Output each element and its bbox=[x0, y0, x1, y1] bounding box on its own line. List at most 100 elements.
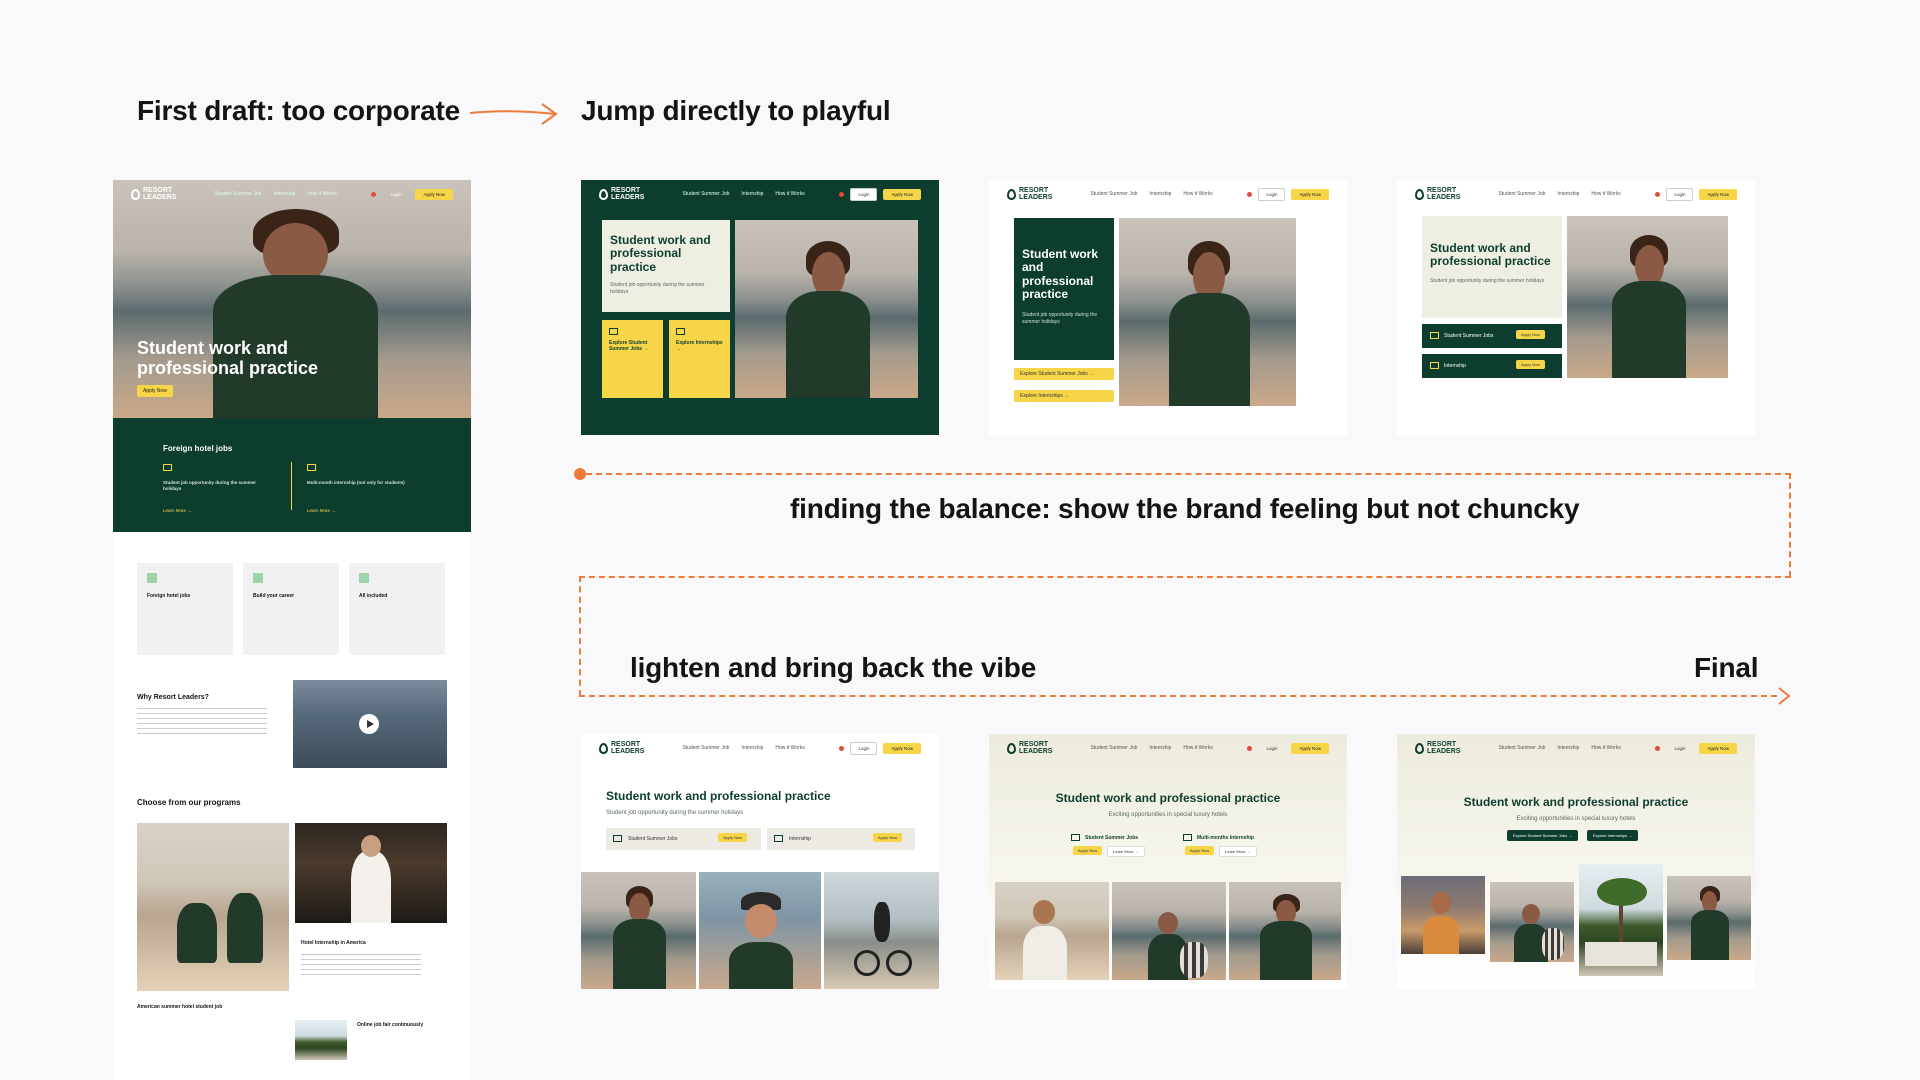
summer-jobs-card[interactable]: Explore Student Summer Jobs → bbox=[602, 320, 663, 398]
option-apply-button[interactable]: Apply Now bbox=[1073, 846, 1103, 855]
explore-intern-button[interactable]: Explore Internships → bbox=[1587, 830, 1639, 841]
language-flag-icon[interactable] bbox=[1655, 191, 1661, 197]
heading-first-draft: First draft: too corporate bbox=[137, 95, 461, 126]
login-button[interactable]: Login bbox=[1666, 742, 1693, 755]
login-button[interactable]: Login bbox=[850, 741, 878, 755]
nav-how-it-works[interactable]: How it Works bbox=[1183, 745, 1212, 751]
nav-internship[interactable]: Internship bbox=[1557, 191, 1579, 197]
language-flag-icon[interactable] bbox=[839, 745, 845, 751]
graduation-cap-icon bbox=[609, 328, 618, 335]
nav-summer-job[interactable]: Student Summer Job bbox=[1090, 191, 1137, 197]
nav-how-it-works[interactable]: How it Works bbox=[1183, 191, 1212, 197]
graduation-cap-icon bbox=[613, 835, 622, 842]
learn-more-link[interactable]: Learn More → bbox=[307, 508, 336, 514]
internship-bar[interactable]: Internship Apply Now bbox=[767, 828, 915, 850]
nav-internship[interactable]: Internship bbox=[1557, 745, 1579, 751]
feature-title: All included bbox=[359, 593, 388, 599]
apply-button[interactable]: Apply Now bbox=[1291, 188, 1329, 200]
gallery-photo bbox=[1112, 882, 1226, 980]
hero-apply-button[interactable]: Apply Now bbox=[137, 385, 173, 397]
nav-how-it-works[interactable]: How it Works bbox=[1591, 191, 1620, 197]
bar-apply-button[interactable]: Apply Now bbox=[873, 833, 903, 842]
language-flag-icon[interactable] bbox=[371, 191, 377, 197]
nav-internship[interactable]: Internship bbox=[1149, 191, 1171, 197]
login-button[interactable]: Login bbox=[850, 187, 878, 201]
apply-button[interactable]: Apply Now bbox=[1699, 742, 1737, 754]
hero-subtitle: Exciting opportunities in special luxury… bbox=[1516, 816, 1636, 822]
learn-more-link[interactable]: Learn More → bbox=[163, 508, 192, 514]
mockup-first-draft: RESORT LEADERS Student Summer Job Internsh… bbox=[113, 180, 471, 1080]
building-icon bbox=[774, 835, 783, 842]
login-button[interactable]: Login bbox=[1666, 187, 1694, 201]
explore-jobs-button[interactable]: Explore Student Summer Jobs → bbox=[1014, 368, 1114, 380]
hero-photo bbox=[1119, 218, 1296, 406]
gallery-photo bbox=[581, 872, 696, 989]
apply-button[interactable]: Apply Now bbox=[1699, 188, 1737, 200]
nav-summer-job[interactable]: Student Summer Job bbox=[1090, 745, 1137, 751]
hero-subtitle: Student job opportunity during the summe… bbox=[610, 282, 705, 295]
why-paragraph bbox=[137, 708, 267, 738]
nav-how-it-works[interactable]: How it Works bbox=[1591, 745, 1620, 751]
internship-card[interactable]: Explore Internships → bbox=[669, 320, 730, 398]
mockup-final: RESORT LEADERS Student Summer Job Internsh… bbox=[1397, 734, 1755, 989]
apply-button[interactable]: Apply Now bbox=[883, 188, 921, 200]
why-title: Why Resort Leaders? bbox=[137, 694, 209, 701]
nav-how-it-works[interactable]: How it Works bbox=[307, 191, 336, 197]
nav-how-it-works[interactable]: How it Works bbox=[775, 191, 804, 197]
nav-summer-job[interactable]: Student Summer Job bbox=[214, 191, 261, 197]
heading-lighten: lighten and bring back the vibe bbox=[630, 652, 1037, 683]
nav-internship[interactable]: Internship bbox=[273, 191, 295, 197]
program-title-intern: Hotel Internship in America bbox=[301, 940, 366, 946]
apply-button[interactable]: Apply Now bbox=[883, 742, 921, 754]
login-button[interactable]: Login bbox=[1258, 187, 1286, 201]
card-label: Explore Internships → bbox=[676, 340, 723, 352]
arrow-head-icon bbox=[1778, 687, 1791, 705]
play-icon[interactable] bbox=[365, 719, 375, 729]
option-apply-button[interactable]: Apply Now bbox=[1185, 846, 1215, 855]
strip-apply-button[interactable]: Apply Now bbox=[1516, 360, 1546, 369]
video-thumbnail[interactable] bbox=[293, 680, 447, 768]
language-flag-icon[interactable] bbox=[1247, 745, 1253, 751]
nav-internship[interactable]: Internship bbox=[741, 191, 763, 197]
hero-card: Student work and professional practice S… bbox=[1014, 218, 1114, 360]
nav-how-it-works[interactable]: How it Works bbox=[775, 745, 804, 751]
nav-internship[interactable]: Internship bbox=[741, 745, 763, 751]
summer-jobs-strip[interactable]: Student Summer Jobs Apply Now bbox=[1422, 324, 1562, 348]
option-learn-more[interactable]: Learn More → bbox=[1107, 846, 1145, 857]
building-icon bbox=[1430, 362, 1439, 369]
nav-internship[interactable]: Internship bbox=[1149, 745, 1171, 751]
nav-summer-job[interactable]: Student Summer Job bbox=[682, 191, 729, 197]
bar-label: Internship bbox=[789, 836, 811, 842]
language-flag-icon[interactable] bbox=[1655, 745, 1661, 751]
site-header: RESORT LEADERS Student Summer Job Internsh… bbox=[113, 180, 471, 208]
nav-summer-job[interactable]: Student Summer Job bbox=[1498, 745, 1545, 751]
location-pin-icon bbox=[1415, 742, 1424, 754]
hero-title: Student work and professional practice bbox=[1463, 795, 1689, 809]
hero-photo bbox=[1567, 216, 1728, 378]
language-flag-icon[interactable] bbox=[1247, 191, 1253, 197]
nav-summer-job[interactable]: Student Summer Job bbox=[1498, 191, 1545, 197]
apply-button[interactable]: Apply Now bbox=[1291, 742, 1329, 754]
feature-card: Foreign hotel jobs bbox=[137, 563, 233, 655]
building-icon bbox=[1183, 834, 1192, 841]
login-button[interactable]: Login bbox=[1258, 742, 1285, 755]
building-icon bbox=[676, 328, 685, 335]
arrow-right-icon bbox=[469, 103, 558, 125]
language-flag-icon[interactable] bbox=[839, 191, 845, 197]
gallery-photo bbox=[1579, 864, 1663, 976]
connector-line bbox=[579, 576, 1791, 578]
apply-button[interactable]: Apply Now bbox=[415, 188, 453, 200]
bar-apply-button[interactable]: Apply Now bbox=[718, 833, 748, 842]
login-button[interactable]: Login bbox=[382, 188, 409, 201]
summer-jobs-bar[interactable]: Student Summer Jobs Apply Now bbox=[606, 828, 761, 850]
explore-intern-button[interactable]: Explore Internships → bbox=[1014, 390, 1114, 402]
mockup-playful-2: RESORT LEADERS Student Summer Job Internsh… bbox=[989, 180, 1347, 435]
nav-summer-job[interactable]: Student Summer Job bbox=[682, 745, 729, 751]
explore-jobs-button[interactable]: Explore Student Summer Jobs → bbox=[1507, 830, 1579, 841]
internship-strip[interactable]: Internship Apply Now bbox=[1422, 354, 1562, 378]
connector-start-dot bbox=[574, 468, 586, 480]
option-learn-more[interactable]: Learn More → bbox=[1219, 846, 1257, 857]
strip-apply-button[interactable]: Apply Now bbox=[1516, 330, 1546, 339]
connector-line bbox=[579, 576, 581, 696]
hero-subtitle: Exciting opportunities in special luxury… bbox=[1108, 812, 1228, 818]
